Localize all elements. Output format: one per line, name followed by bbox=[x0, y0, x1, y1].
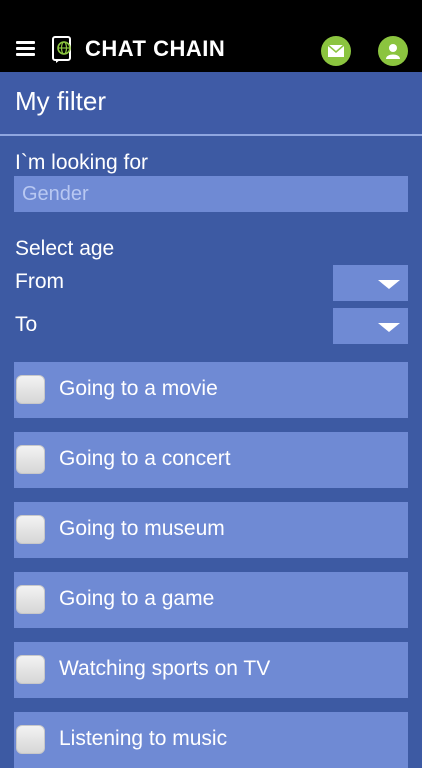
option-going-to-game[interactable]: Going to a game bbox=[14, 572, 408, 628]
app-title: CHAT CHAIN bbox=[85, 36, 226, 61]
mail-icon bbox=[327, 44, 345, 57]
page-header: My filter bbox=[0, 72, 422, 136]
age-from-select[interactable] bbox=[333, 265, 408, 301]
checkbox[interactable] bbox=[16, 655, 45, 684]
option-watching-sports[interactable]: Watching sports on TV bbox=[14, 642, 408, 698]
select-age-label: Select age bbox=[15, 237, 115, 260]
looking-for-label: I`m looking for bbox=[15, 151, 149, 174]
profile-button[interactable] bbox=[378, 36, 408, 66]
checkbox[interactable] bbox=[16, 515, 45, 544]
chevron-down-icon bbox=[378, 280, 400, 289]
age-from-label: From bbox=[15, 270, 64, 293]
age-to-label: To bbox=[15, 313, 38, 336]
option-label: Going to a concert bbox=[59, 447, 231, 470]
messages-button[interactable] bbox=[321, 36, 351, 66]
option-label: Going to museum bbox=[59, 517, 225, 540]
hamburger-icon[interactable] bbox=[16, 41, 35, 56]
option-going-to-movie[interactable]: Going to a movie bbox=[14, 362, 408, 418]
user-icon bbox=[386, 44, 400, 59]
option-going-to-concert[interactable]: Going to a concert bbox=[14, 432, 408, 488]
chevron-down-icon bbox=[378, 323, 400, 332]
page-title: My filter bbox=[15, 86, 106, 116]
option-label: Going to a game bbox=[59, 587, 215, 610]
option-listening-to-music[interactable]: Listening to music bbox=[14, 712, 408, 768]
option-label: Listening to music bbox=[59, 727, 228, 750]
top-bar: CHAT CHAIN bbox=[0, 0, 422, 72]
option-label: Going to a movie bbox=[59, 377, 218, 400]
age-to-select[interactable] bbox=[333, 308, 408, 344]
globe-phone-icon bbox=[52, 36, 71, 63]
option-label: Watching sports on TV bbox=[59, 657, 271, 680]
option-going-to-museum[interactable]: Going to museum bbox=[14, 502, 408, 558]
checkbox[interactable] bbox=[16, 585, 45, 614]
gender-field[interactable] bbox=[14, 176, 408, 212]
checkbox[interactable] bbox=[16, 375, 45, 404]
checkbox[interactable] bbox=[16, 445, 45, 474]
